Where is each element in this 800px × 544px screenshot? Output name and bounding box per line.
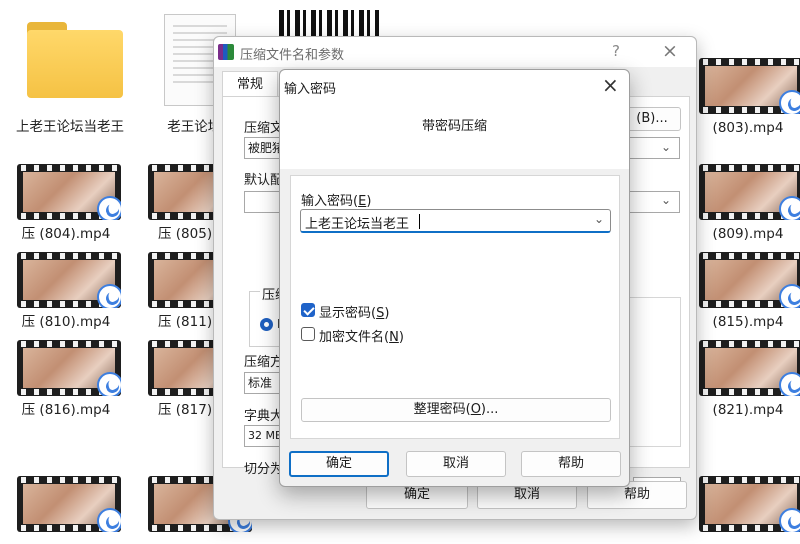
media-player-icon bbox=[97, 196, 121, 220]
qr-code-image bbox=[279, 10, 379, 38]
chevron-down-icon[interactable]: ⌄ bbox=[661, 193, 671, 207]
password-dialog-header: 带密码压缩 bbox=[280, 101, 629, 169]
browse-button[interactable]: (B)... bbox=[623, 107, 681, 131]
options-group bbox=[629, 297, 681, 447]
tab-general[interactable]: 常规 bbox=[222, 71, 278, 97]
close-icon[interactable]: × bbox=[662, 40, 678, 62]
video-thumbnail bbox=[699, 164, 800, 220]
media-player-icon bbox=[779, 90, 800, 114]
show-password-checkbox[interactable] bbox=[301, 303, 315, 317]
video-thumbnail bbox=[699, 58, 800, 114]
show-password-label[interactable]: 显示密码(S) bbox=[319, 302, 389, 321]
password-input[interactable]: 上老王论坛当老王 ⌄ bbox=[300, 209, 611, 233]
split-volumes-label: 切分为 bbox=[244, 462, 284, 477]
encrypt-filenames-label[interactable]: 加密文件名(N) bbox=[319, 326, 404, 345]
video-label: (809).mp4 bbox=[712, 226, 784, 242]
password-dialog-title: 输入密码 bbox=[284, 82, 337, 97]
chevron-down-icon[interactable]: ⌄ bbox=[661, 140, 671, 154]
video-thumbnail bbox=[699, 252, 800, 308]
video-thumbnail bbox=[17, 340, 121, 396]
password-dialog-heading: 带密码压缩 bbox=[421, 119, 487, 134]
media-player-icon bbox=[97, 372, 121, 396]
dictionary-size-label: 字典大 bbox=[244, 409, 284, 424]
password-ok-button[interactable]: 确定 bbox=[289, 451, 389, 477]
video-thumbnail bbox=[17, 476, 121, 532]
method-value: 标准 bbox=[248, 376, 273, 390]
video-label: 压 (810).mp4 bbox=[21, 314, 111, 330]
media-player-icon bbox=[97, 508, 121, 532]
password-cancel-button[interactable]: 取消 bbox=[406, 451, 506, 477]
rar-radio[interactable] bbox=[260, 318, 273, 331]
folder-label: 上老王论坛当老王 bbox=[16, 119, 124, 135]
password-value: 上老王论坛当老王 bbox=[305, 217, 410, 232]
video-thumbnail bbox=[699, 340, 800, 396]
video-label: 压 (816).mp4 bbox=[21, 402, 111, 418]
media-player-icon bbox=[779, 196, 800, 220]
archive-name-label: 压缩文 bbox=[244, 121, 284, 136]
password-label: 输入密码(E) bbox=[301, 194, 372, 209]
media-player-icon bbox=[779, 372, 800, 396]
video-label: 压 (804).mp4 bbox=[21, 226, 111, 242]
password-dialog: 输入密码 × 带密码压缩 输入密码(E) 上老王论坛当老王 ⌄ 显示密码(S) … bbox=[279, 69, 630, 487]
video-label: (803).mp4 bbox=[712, 120, 784, 136]
archive-dialog-title: 压缩文件名和参数 bbox=[240, 48, 345, 63]
video-label: (815).mp4 bbox=[712, 314, 784, 330]
winrar-logo-icon bbox=[218, 44, 234, 60]
video-label: (821).mp4 bbox=[712, 402, 784, 418]
video-thumbnail bbox=[17, 252, 121, 308]
text-cursor bbox=[419, 214, 420, 229]
folder-icon bbox=[27, 22, 123, 98]
chevron-down-icon[interactable]: ⌄ bbox=[594, 212, 604, 226]
media-player-icon bbox=[779, 508, 800, 532]
encrypt-filenames-checkbox[interactable] bbox=[301, 327, 315, 341]
dictionary-size-value: 32 MB bbox=[248, 429, 283, 442]
password-dialog-titlebar[interactable]: 输入密码 × bbox=[280, 70, 629, 101]
help-icon[interactable]: ? bbox=[612, 42, 620, 60]
password-panel: 输入密码(E) 上老王论坛当老王 ⌄ 显示密码(S) 加密文件名(N) 整理密码… bbox=[290, 175, 620, 439]
media-player-icon bbox=[779, 284, 800, 308]
close-icon[interactable]: × bbox=[602, 73, 619, 97]
video-thumbnail bbox=[699, 476, 800, 532]
media-player-icon bbox=[97, 284, 121, 308]
password-help-button[interactable]: 帮助 bbox=[521, 451, 621, 477]
video-thumbnail bbox=[17, 164, 121, 220]
default-profile-label: 默认配 bbox=[244, 173, 284, 188]
organize-passwords-button[interactable]: 整理密码(O)... bbox=[301, 398, 611, 422]
method-label: 压缩方 bbox=[244, 355, 284, 370]
archive-dialog-titlebar[interactable]: 压缩文件名和参数 ? × bbox=[214, 37, 696, 67]
